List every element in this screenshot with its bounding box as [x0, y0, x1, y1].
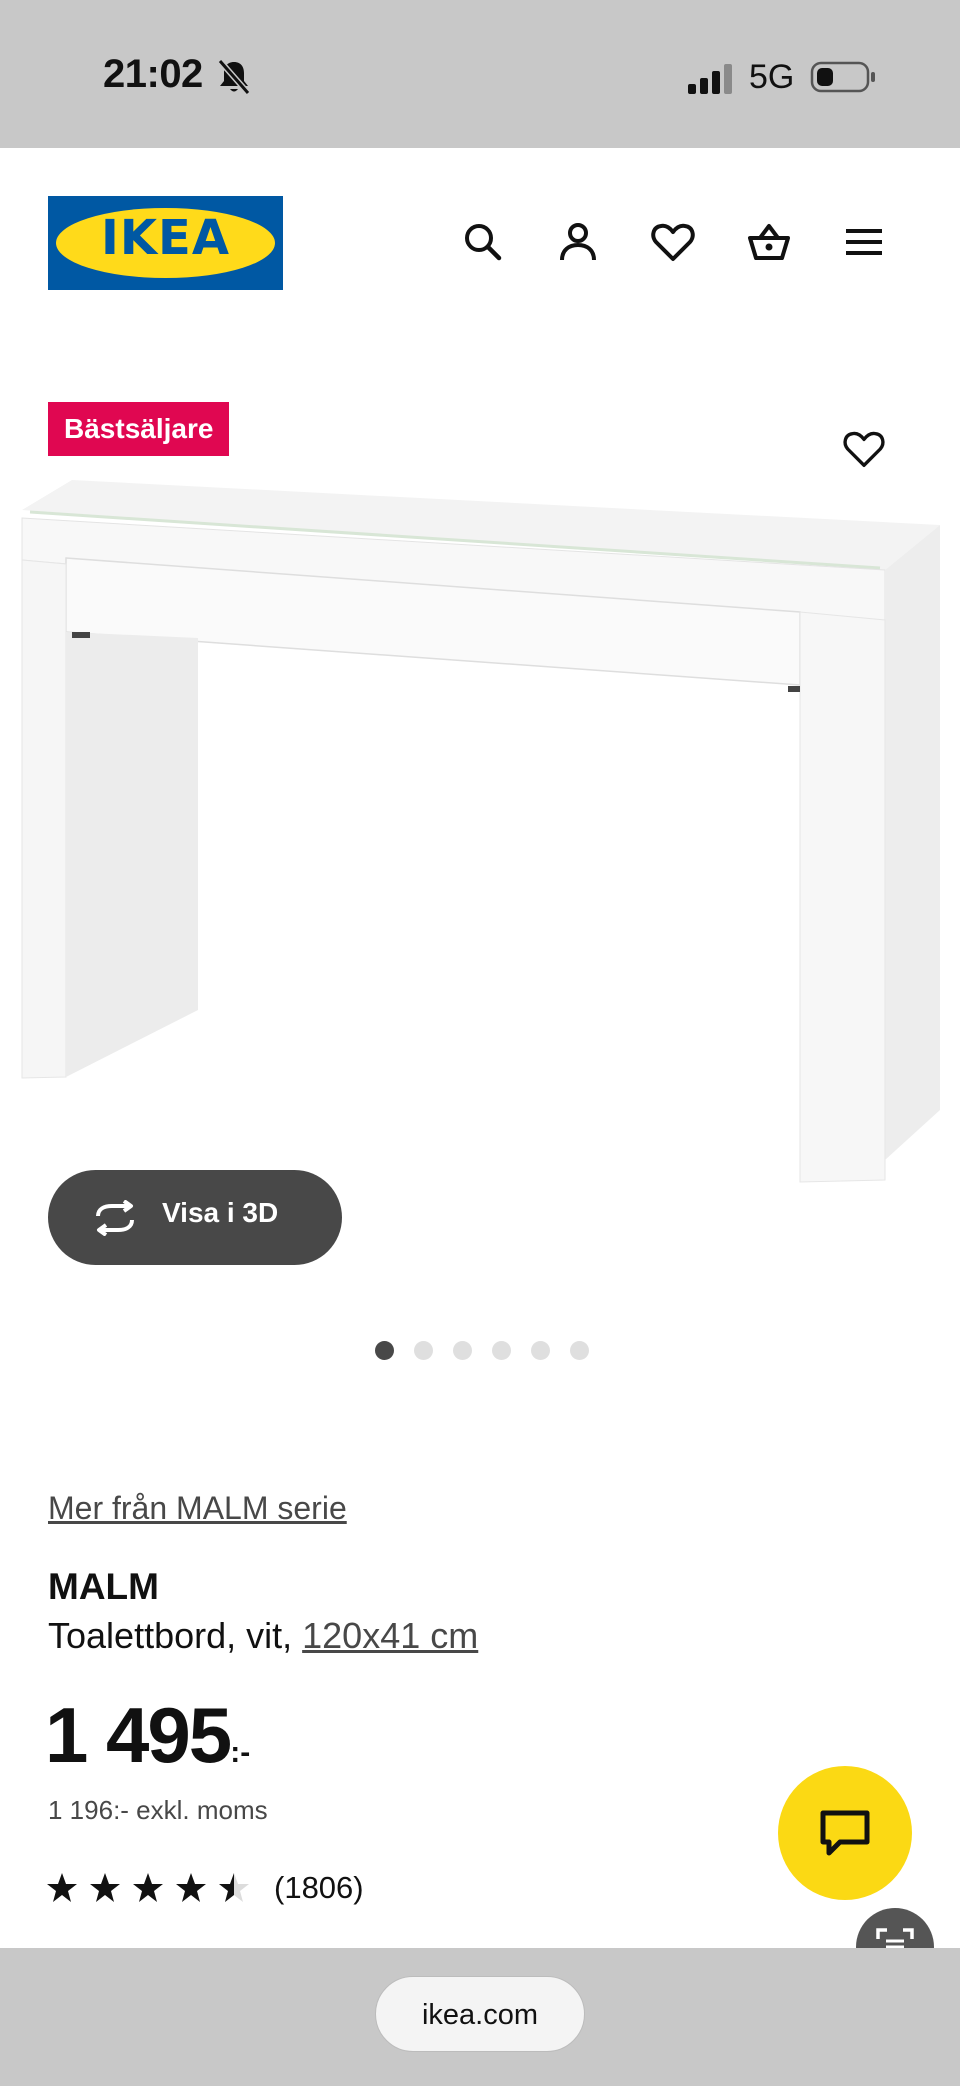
product-name: MALM [48, 1566, 159, 1607]
network-type: 5G [749, 58, 795, 96]
pagination-dot[interactable] [375, 1341, 394, 1360]
account-icon[interactable] [554, 218, 602, 266]
series-link[interactable]: Mer från MALM serie [48, 1490, 347, 1527]
price-suffix: :- [230, 1736, 251, 1769]
status-time: 21:02 [103, 52, 203, 96]
address-bar[interactable]: ikea.com [375, 1976, 585, 2052]
basket-icon[interactable] [745, 218, 793, 266]
review-count[interactable]: (1806) [274, 1870, 364, 1906]
product-image[interactable] [0, 460, 960, 1220]
status-bar: 21:02 5G [0, 0, 960, 148]
pagination-dot[interactable] [570, 1341, 589, 1360]
chat-icon [820, 1810, 870, 1856]
bell-slash-icon [217, 59, 251, 95]
site-header: IKEA [0, 148, 960, 338]
menu-icon[interactable] [840, 218, 888, 266]
star-full-icon [176, 1873, 206, 1902]
bestseller-badge: Bästsäljare [48, 402, 230, 456]
pagination-dot[interactable] [453, 1341, 472, 1360]
price-excl-vat: 1 196:- exkl. moms [48, 1795, 268, 1825]
ikea-logo[interactable]: IKEA [48, 196, 283, 290]
pagination-dot[interactable] [531, 1341, 550, 1360]
rotate-3d-icon [96, 1200, 134, 1236]
heart-icon[interactable] [649, 218, 697, 266]
star-full-icon [90, 1873, 120, 1902]
chat-button[interactable] [778, 1766, 912, 1900]
product-description: Toalettbord, vit, 120x41 cm [48, 1615, 478, 1657]
pagination-dot[interactable] [492, 1341, 511, 1360]
image-pagination [375, 1341, 589, 1361]
view-in-3d-button[interactable]: Visa i 3D [48, 1170, 342, 1265]
signal-icon [688, 64, 732, 94]
product-size-link[interactable]: 120x41 cm [302, 1615, 478, 1656]
view-in-3d-label: Visa i 3D [162, 1197, 279, 1228]
battery-icon [810, 61, 875, 93]
product-type: Toalettbord, vit, [48, 1615, 303, 1656]
logo-text: IKEA [101, 210, 230, 266]
star-full-icon [47, 1873, 77, 1902]
browser-bottom-bar: ikea.com [0, 1948, 960, 2086]
rating-stars[interactable] [46, 1872, 250, 1904]
star-half-icon [219, 1873, 249, 1902]
search-icon[interactable] [459, 218, 507, 266]
pagination-dot[interactable] [414, 1341, 433, 1360]
price-value: 1 495 [45, 1691, 232, 1779]
star-full-icon [133, 1873, 163, 1902]
product-price: 1 495:- [45, 1690, 250, 1781]
